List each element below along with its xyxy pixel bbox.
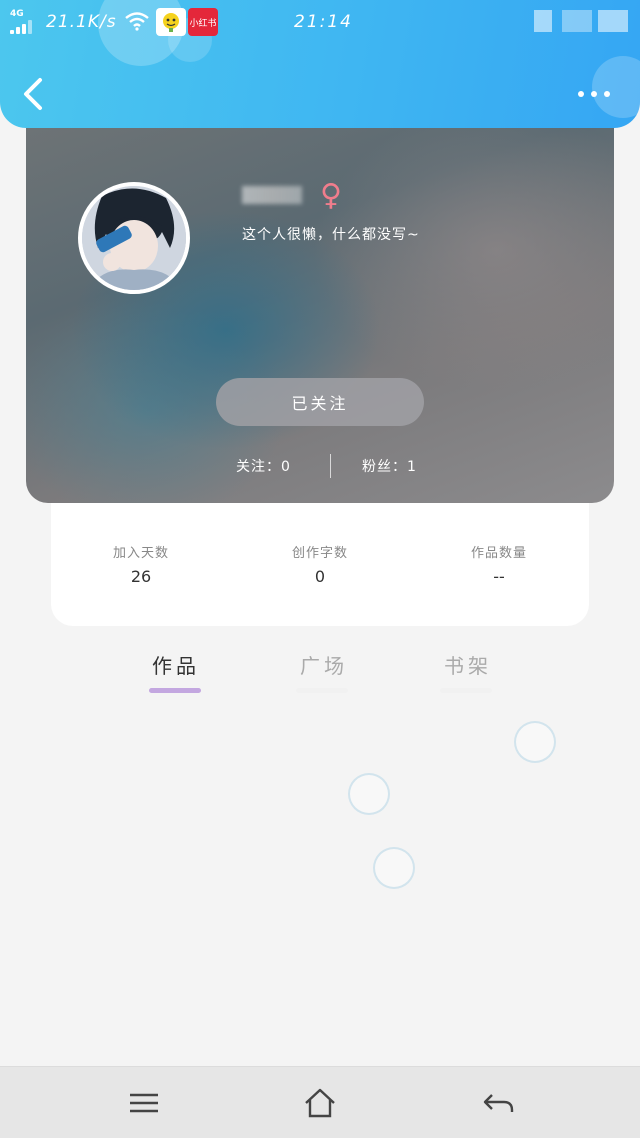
- decorative-bubble: [373, 847, 415, 889]
- avatar[interactable]: [78, 182, 190, 294]
- divider: [330, 454, 331, 478]
- stat-value: 0: [314, 567, 326, 586]
- follow-stats: 关注：0 粉丝：1: [26, 454, 614, 478]
- stat-value: 26: [130, 567, 152, 586]
- stats-card: 加入天数 26 创作字数 0 作品数量 --: [51, 492, 589, 626]
- stat-value: --: [493, 567, 505, 586]
- stat-label: 作品数量: [470, 546, 527, 561]
- tab-indicator: [296, 688, 348, 693]
- back-arrow-icon[interactable]: [480, 1087, 516, 1119]
- more-horizontal-icon: [604, 91, 610, 97]
- more-horizontal-icon: [578, 91, 584, 97]
- tab-bookshelf[interactable]: 书架: [444, 650, 492, 679]
- stat-label: 创作字数: [291, 546, 348, 561]
- battery-icon: [534, 10, 552, 32]
- top-header: 4G 21.1K/s 小红书 21:14: [0, 0, 640, 128]
- profile-card: ♀ 这个人很懒，什么都没写~ 已关注 关注：0 粉丝：1: [26, 110, 614, 503]
- network-speed: 21.1K/s: [46, 12, 117, 32]
- fans-count[interactable]: 粉丝：1: [362, 456, 417, 476]
- decorative-bubble: [514, 721, 556, 763]
- app-notification-icon: [156, 8, 186, 36]
- battery-icon: [598, 10, 628, 32]
- chevron-left-icon[interactable]: [20, 76, 50, 112]
- follow-button[interactable]: 已关注: [216, 378, 424, 426]
- tab-square[interactable]: 广场: [300, 650, 348, 679]
- tab-indicator: [440, 688, 492, 693]
- signal-icon: [10, 20, 38, 34]
- gender-female-icon: ♀: [320, 178, 342, 213]
- user-bio: 这个人很懒，什么都没写~: [242, 227, 420, 243]
- more-button[interactable]: [572, 84, 616, 104]
- stat-works-count: 作品数量 --: [439, 542, 559, 586]
- xiaohongshu-notification-icon: 小红书: [188, 8, 218, 36]
- username-blurred: [242, 186, 302, 204]
- status-bar: 4G 21.1K/s 小红书 21:14: [0, 0, 640, 46]
- more-horizontal-icon: [591, 91, 597, 97]
- tab-works[interactable]: 作品: [152, 650, 200, 679]
- status-time: 21:14: [294, 12, 353, 32]
- menu-icon[interactable]: [126, 1087, 162, 1119]
- stat-label: 加入天数: [112, 546, 169, 561]
- network-type: 4G: [10, 9, 24, 19]
- stat-days-joined: 加入天数 26: [81, 542, 201, 586]
- battery-icon: [562, 10, 592, 32]
- stat-word-count: 创作字数 0: [260, 542, 380, 586]
- system-navigation-bar: [0, 1066, 640, 1138]
- following-count[interactable]: 关注：0: [236, 456, 291, 476]
- tab-indicator-active: [149, 688, 201, 693]
- decorative-bubble: [348, 773, 390, 815]
- home-icon[interactable]: [302, 1087, 338, 1119]
- wifi-icon: [125, 12, 149, 31]
